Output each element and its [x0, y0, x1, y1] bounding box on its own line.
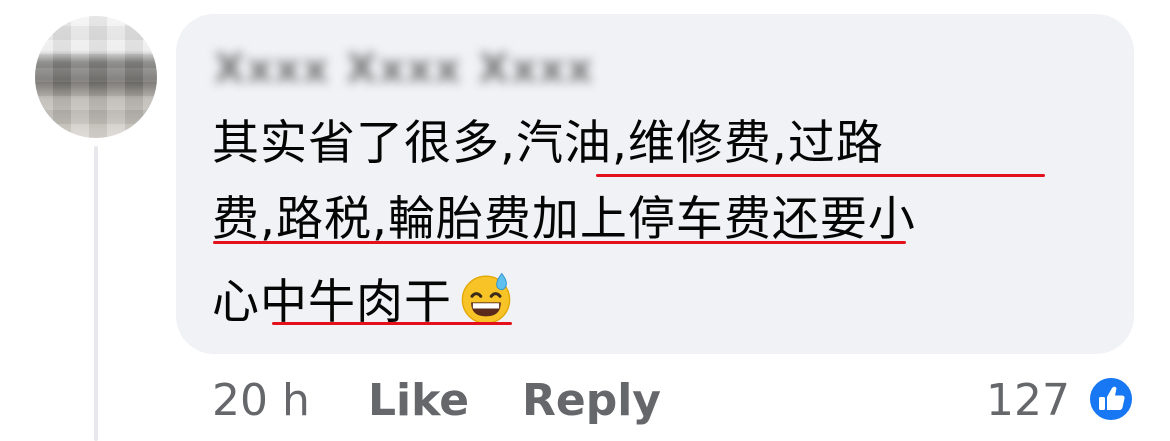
comment-text-line-1: 其实省了很多,汽油,维修费,过路: [212, 116, 884, 171]
grinning-face-with-sweat-icon: [461, 272, 511, 325]
avatar[interactable]: [35, 16, 157, 138]
author-name[interactable]: Xxxx Xxxx Xxxx: [214, 46, 595, 92]
comment-text-line-3: 心中牛肉干: [212, 270, 514, 326]
reaction-count[interactable]: 127: [986, 375, 1070, 426]
reply-button[interactable]: Reply: [522, 375, 661, 426]
like-reaction-icon[interactable]: [1088, 376, 1134, 422]
red-underline: [596, 174, 1045, 177]
comment-timestamp[interactable]: 20 h: [212, 375, 310, 426]
thread-line: [94, 146, 98, 441]
red-underline: [213, 241, 906, 244]
comment-text-line-2: 费,路税,輪胎费加上停车费还要小: [212, 192, 916, 247]
red-underline: [272, 322, 512, 325]
like-button[interactable]: Like: [368, 375, 469, 426]
